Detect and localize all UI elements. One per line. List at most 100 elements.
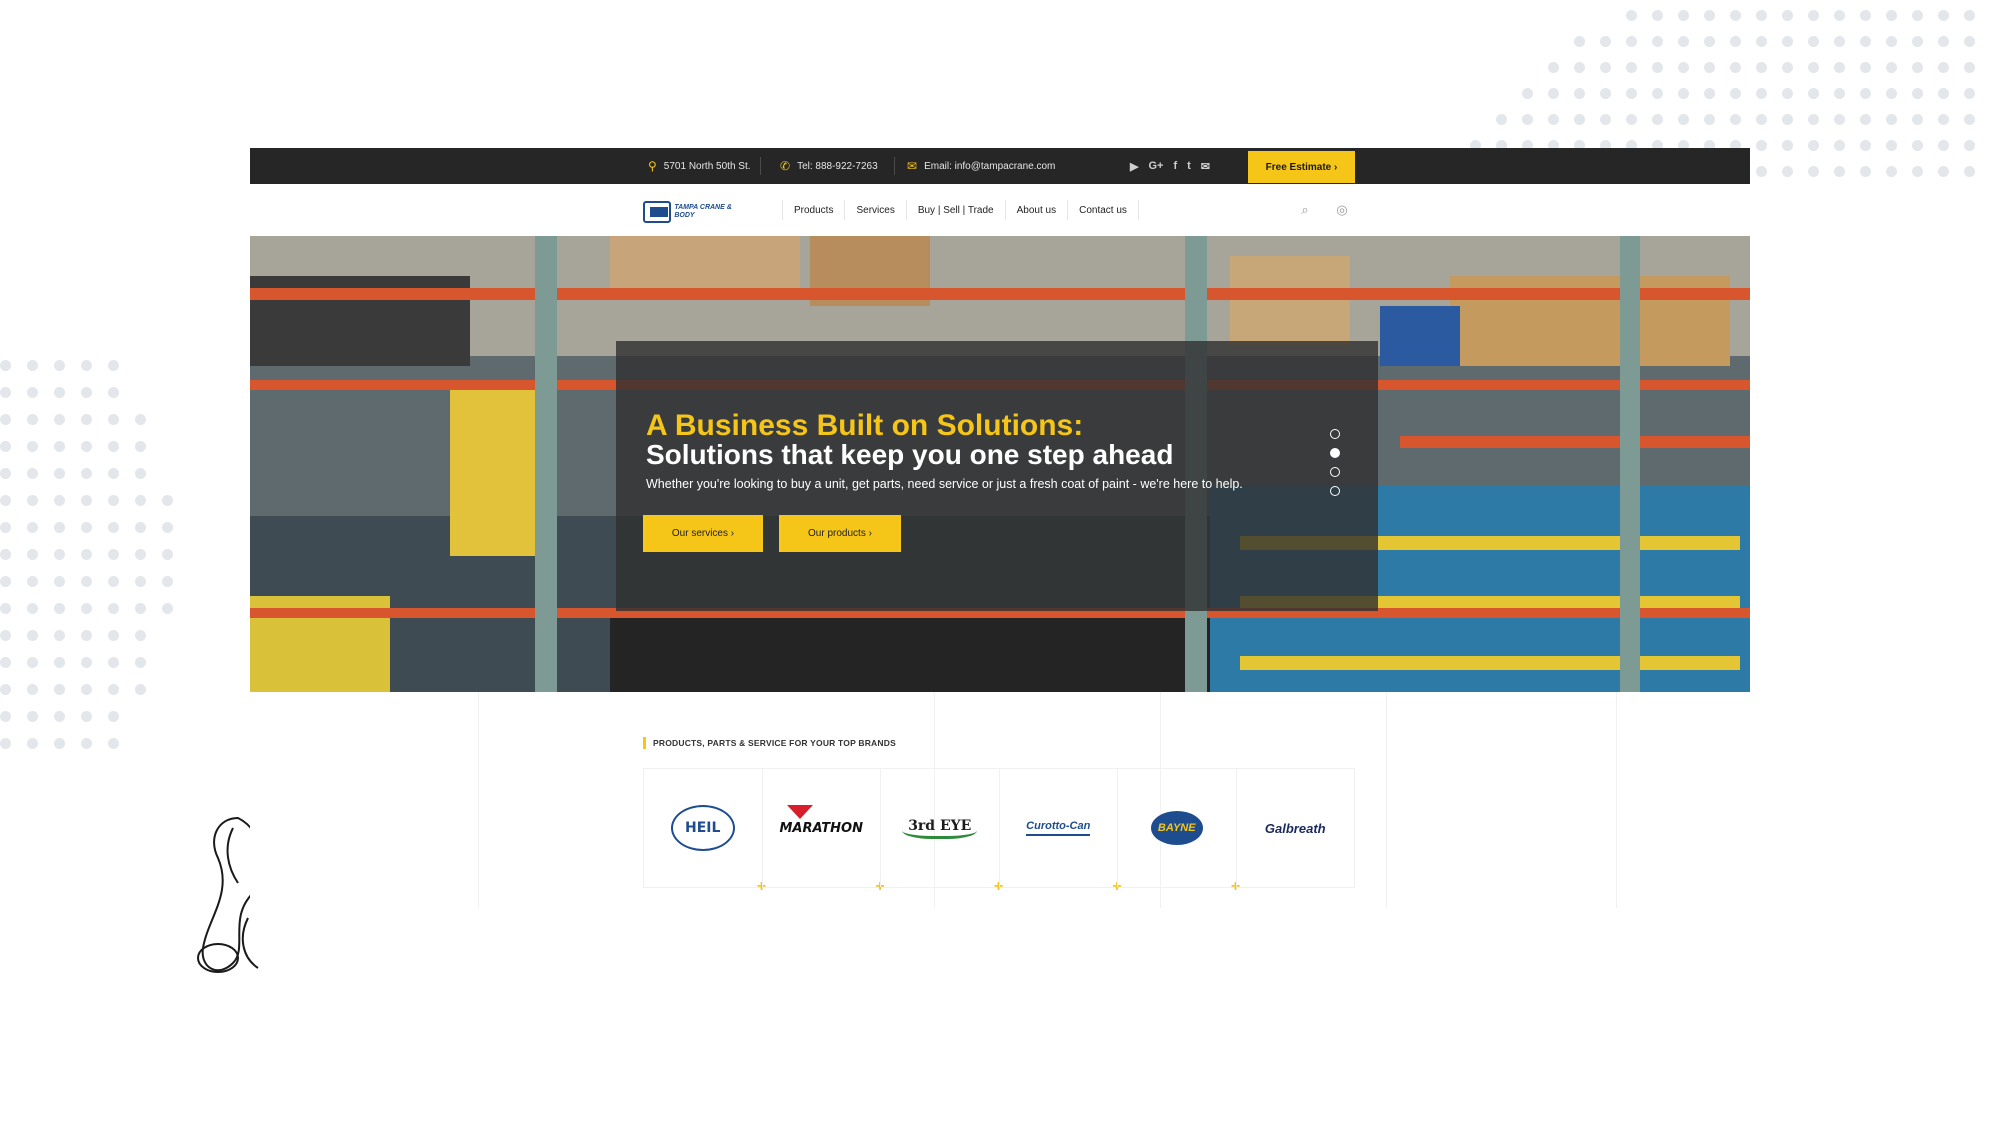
slider-dot[interactable]: [1330, 429, 1340, 439]
decorative-dot: [1548, 62, 1559, 73]
decorative-dot: [27, 468, 38, 479]
decorative-dot: [81, 549, 92, 560]
decorative-dot: [1678, 114, 1689, 125]
our-services-button[interactable]: Our services ›: [643, 515, 763, 552]
brand-cell-3rd-eye[interactable]: 3rd EYE +: [880, 769, 1003, 895]
decorative-dot: [1730, 62, 1741, 73]
decorative-dot: [1756, 166, 1767, 177]
decorative-dot: [1678, 10, 1689, 21]
decorative-dot: [1600, 62, 1611, 73]
brand-cell-bayne[interactable]: BAYNE +: [1117, 769, 1240, 895]
brand-cell-curotto-can[interactable]: Curotto-Can +: [998, 769, 1122, 895]
decorative-dot: [1808, 166, 1819, 177]
phone-item[interactable]: ✆ Tel: 888-922-7263: [780, 148, 878, 184]
decorative-dot: [1652, 114, 1663, 125]
free-estimate-button[interactable]: Free Estimate ›: [1248, 151, 1355, 183]
decorative-dot: [0, 684, 11, 695]
address-text: 5701 North 50th St.: [663, 160, 751, 172]
hero-title-line2: Solutions that keep you one step ahead: [646, 439, 1174, 470]
hero-caption-panel: A Business Built on Solutions: Solutions…: [616, 341, 1378, 611]
address-item[interactable]: ⚲ 5701 North 50th St.: [648, 148, 751, 184]
slider-dot[interactable]: [1330, 486, 1340, 496]
decorative-dot: [162, 549, 173, 560]
facebook-icon[interactable]: f: [1173, 160, 1177, 172]
decorative-dot: [1782, 88, 1793, 99]
decorative-dot: [54, 522, 65, 533]
slider-dot-active[interactable]: [1330, 448, 1340, 458]
brands-section-title: PRODUCTS, PARTS & SERVICE FOR YOUR TOP B…: [643, 737, 896, 749]
decorative-dot: [1860, 36, 1871, 47]
decorative-dot: [81, 522, 92, 533]
decorative-dot: [108, 576, 119, 587]
curotto-can-logo: Curotto-Can: [1026, 820, 1091, 836]
nav-item-buy-sell-trade[interactable]: Buy | Sell | Trade: [905, 200, 1005, 220]
decorative-dot: [135, 603, 146, 614]
decorative-dot: [1678, 62, 1689, 73]
search-icon[interactable]: ⌕: [1296, 201, 1314, 219]
decorative-dot: [0, 495, 11, 506]
nav-item-about[interactable]: About us: [1004, 200, 1067, 220]
decorative-dot: [1730, 36, 1741, 47]
decorative-dot: [1860, 10, 1871, 21]
decorative-dot: [27, 684, 38, 695]
decorative-dot: [1938, 36, 1949, 47]
decorative-dot: [0, 657, 11, 668]
globe-icon[interactable]: ◎: [1333, 201, 1351, 219]
decorative-dot: [108, 360, 119, 371]
email-item[interactable]: ✉ Email: info@tampacrane.com: [907, 148, 1055, 184]
topbar-divider: [894, 157, 895, 175]
decorative-dot: [1886, 62, 1897, 73]
decorative-dot: [1756, 10, 1767, 21]
decorative-dot: [1886, 88, 1897, 99]
brand-cell-heil[interactable]: HEIL +: [643, 769, 766, 895]
decorative-dot: [108, 657, 119, 668]
decorative-dot: [1652, 62, 1663, 73]
decorative-dot: [27, 495, 38, 506]
brand-logos-row: HEIL + MARATHON + 3rd EYE + Curotto-Can …: [643, 768, 1355, 895]
decorative-dot: [162, 522, 173, 533]
decorative-dot: [54, 711, 65, 722]
decorative-dot: [1730, 88, 1741, 99]
decorative-dot: [81, 360, 92, 371]
nav-item-contact[interactable]: Contact us: [1067, 200, 1139, 220]
3rd-eye-logo: 3rd EYE: [902, 818, 978, 839]
decorative-dot: [54, 549, 65, 560]
decorative-dot: [54, 576, 65, 587]
decorative-dot: [162, 495, 173, 506]
top-bar: ⚲ 5701 North 50th St. ✆ Tel: 888-922-726…: [250, 148, 1750, 184]
decorative-dot: [1574, 114, 1585, 125]
decorative-dot: [108, 495, 119, 506]
decorative-dot: [1782, 140, 1793, 151]
decorative-dot: [1964, 166, 1975, 177]
decorative-dot: [1834, 62, 1845, 73]
decorative-dot: [1912, 62, 1923, 73]
logo[interactable]: TAMPA CRANE & BODY: [643, 200, 739, 224]
decorative-dot: [135, 414, 146, 425]
decorative-dot: [81, 630, 92, 641]
youtube-icon[interactable]: ▶: [1130, 160, 1138, 173]
decorative-dot: [54, 360, 65, 371]
decorative-dot: [1938, 62, 1949, 73]
decorative-dot: [1886, 114, 1897, 125]
decorative-dot: [108, 603, 119, 614]
slider-dot[interactable]: [1330, 467, 1340, 477]
our-products-button[interactable]: Our products ›: [779, 515, 901, 552]
mail-icon[interactable]: ✉: [1201, 160, 1210, 173]
decorative-dot: [135, 630, 146, 641]
decorative-dot: [1912, 10, 1923, 21]
nav-item-products[interactable]: Products: [782, 200, 844, 220]
decorative-dot: [1730, 114, 1741, 125]
brand-cell-marathon[interactable]: MARATHON +: [761, 769, 885, 895]
decorative-dot: [1860, 114, 1871, 125]
nav-item-services[interactable]: Services: [844, 200, 905, 220]
twitter-icon[interactable]: t: [1187, 160, 1191, 172]
decorative-dot: [1704, 10, 1715, 21]
decorative-dot: [108, 630, 119, 641]
decorative-dot: [1626, 62, 1637, 73]
google-plus-icon[interactable]: G+: [1148, 160, 1163, 172]
decorative-dot: [1912, 88, 1923, 99]
decorative-dot: [1574, 62, 1585, 73]
decorative-dot: [1600, 36, 1611, 47]
brand-cell-galbreath[interactable]: Galbreath: [1235, 769, 1355, 887]
decorative-dot: [1704, 114, 1715, 125]
